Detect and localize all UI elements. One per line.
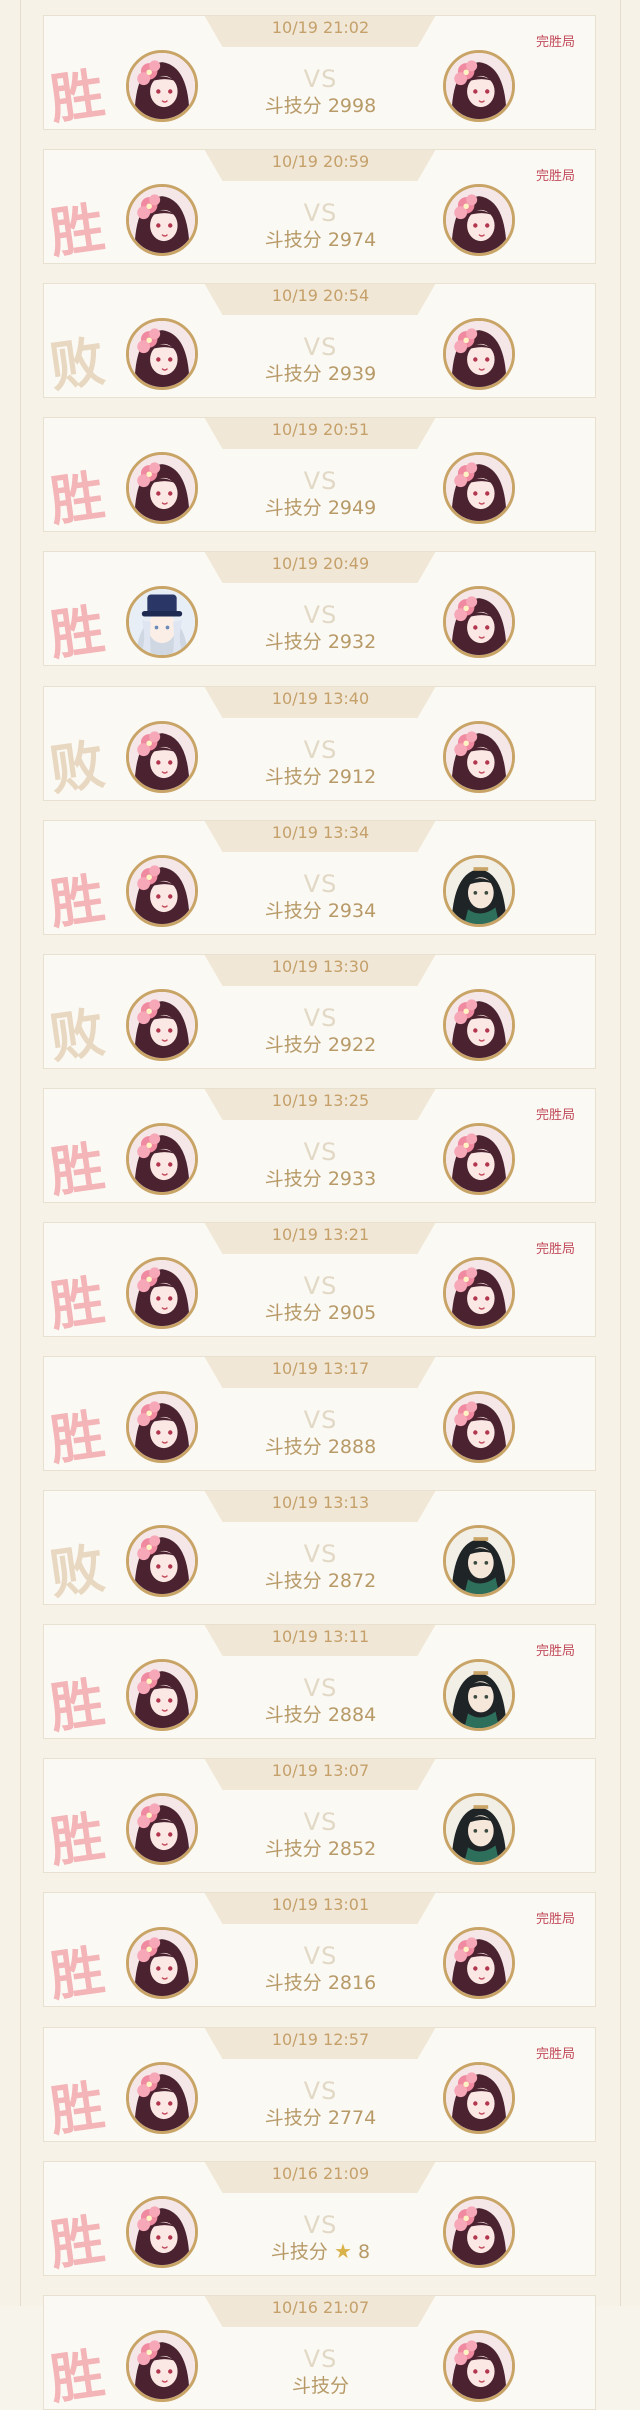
score-label: 斗技分 bbox=[264, 1570, 322, 1592]
score-line: 斗技分 2774 bbox=[44, 2103, 595, 2130]
match-card-3[interactable]: 10/19 20:54 败 VS 斗技分 2939 bbox=[43, 283, 596, 398]
match-card-2[interactable]: 10/19 20:59 胜 VS 斗技分 2974 完胜局 bbox=[43, 149, 596, 264]
score-line: 斗技分 ★ 8 bbox=[44, 2237, 595, 2264]
match-card-17[interactable]: 10/16 21:09 胜 VS 斗技分 ★ 8 bbox=[43, 2161, 596, 2276]
score-value: 2888 bbox=[327, 1436, 377, 1458]
match-card-1[interactable]: 10/19 21:02 胜 VS 斗技分 2998 完胜局 bbox=[43, 15, 596, 130]
score-value: 2852 bbox=[327, 1838, 377, 1860]
perfect-win-badge: 完胜局 bbox=[535, 1108, 575, 1123]
score-label: 斗技分 bbox=[264, 1302, 322, 1324]
match-list: 10/19 21:02 胜 VS 斗技分 2998 完胜局 10/19 20:5… bbox=[0, 0, 640, 2410]
match-time: 10/19 12:57 bbox=[271, 2030, 370, 2049]
score-label: 斗技分 bbox=[264, 1704, 322, 1726]
score-line: 斗技分 2852 bbox=[44, 1834, 595, 1861]
perfect-win-badge: 完胜局 bbox=[535, 169, 575, 184]
perfect-win-badge: 完胜局 bbox=[535, 1242, 575, 1257]
match-time: 10/19 13:40 bbox=[271, 689, 370, 708]
score-value: 2998 bbox=[327, 95, 377, 117]
score-value: 2872 bbox=[327, 1570, 377, 1592]
match-time: 10/19 21:02 bbox=[271, 18, 370, 37]
match-card-4[interactable]: 10/19 20:51 胜 VS 斗技分 2949 bbox=[43, 417, 596, 532]
score-label: 斗技分 bbox=[264, 1034, 322, 1056]
score-line: 斗技分 2912 bbox=[44, 762, 595, 789]
perfect-win-badge: 完胜局 bbox=[535, 1912, 575, 1927]
perfect-win-badge: 完胜局 bbox=[535, 2047, 575, 2062]
score-line: 斗技分 2888 bbox=[44, 1432, 595, 1459]
match-card-7[interactable]: 10/19 13:34 胜 VS 斗技分 2934 bbox=[43, 820, 596, 935]
score-label: 斗技分 bbox=[264, 1436, 322, 1458]
perfect-win-badge: 完胜局 bbox=[535, 35, 575, 50]
match-card-8[interactable]: 10/19 13:30 败 VS 斗技分 2922 bbox=[43, 954, 596, 1069]
match-time: 10/19 13:01 bbox=[271, 1895, 370, 1914]
match-history-page: 10/19 21:02 胜 VS 斗技分 2998 完胜局 10/19 20:5… bbox=[0, 0, 640, 2410]
match-card-11[interactable]: 10/19 13:17 胜 VS 斗技分 2888 bbox=[43, 1356, 596, 1471]
score-line: 斗技分 2933 bbox=[44, 1164, 595, 1191]
score-value: 2934 bbox=[327, 900, 377, 922]
score-value: 2932 bbox=[327, 631, 377, 653]
score-label: 斗技分 bbox=[264, 497, 322, 519]
match-card-9[interactable]: 10/19 13:25 胜 VS 斗技分 2933 完胜局 bbox=[43, 1088, 596, 1203]
score-line: 斗技分 2932 bbox=[44, 627, 595, 654]
score-line: 斗技分 2872 bbox=[44, 1566, 595, 1593]
match-card-18[interactable]: 10/16 21:07 胜 VS 斗技分 bbox=[43, 2295, 596, 2410]
match-card-15[interactable]: 10/19 13:01 胜 VS 斗技分 2816 完胜局 bbox=[43, 1892, 596, 2007]
score-label: 斗技分 bbox=[264, 229, 322, 251]
match-time: 10/19 20:51 bbox=[271, 420, 370, 439]
score-label: 斗技分 bbox=[264, 1168, 322, 1190]
score-label: 斗技分 bbox=[264, 766, 322, 788]
score-value: 2933 bbox=[327, 1168, 377, 1190]
match-time: 10/16 21:09 bbox=[271, 2164, 370, 2183]
match-card-6[interactable]: 10/19 13:40 败 VS 斗技分 2912 bbox=[43, 686, 596, 801]
score-value: 2974 bbox=[327, 229, 377, 251]
match-time: 10/19 13:13 bbox=[271, 1493, 370, 1512]
score-label: 斗技分 bbox=[291, 2375, 349, 2397]
score-value: 2912 bbox=[327, 766, 377, 788]
match-time: 10/19 13:07 bbox=[271, 1761, 370, 1780]
score-value: 2774 bbox=[327, 2107, 377, 2129]
score-line: 斗技分 2816 bbox=[44, 1968, 595, 1995]
match-time: 10/19 20:54 bbox=[271, 286, 370, 305]
score-value: 2922 bbox=[327, 1034, 377, 1056]
score-label: 斗技分 bbox=[264, 2107, 322, 2129]
match-card-14[interactable]: 10/19 13:07 胜 VS 斗技分 2852 bbox=[43, 1758, 596, 1873]
score-line: 斗技分 2884 bbox=[44, 1700, 595, 1727]
match-card-12[interactable]: 10/19 13:13 败 VS 斗技分 2872 bbox=[43, 1490, 596, 1605]
score-value: 2816 bbox=[327, 1972, 377, 1994]
match-card-5[interactable]: 10/19 20:49 胜 VS 斗技分 2932 bbox=[43, 551, 596, 666]
match-card-10[interactable]: 10/19 13:21 胜 VS 斗技分 2905 完胜局 bbox=[43, 1222, 596, 1337]
match-time: 10/16 21:07 bbox=[271, 2298, 370, 2317]
score-line: 斗技分 bbox=[44, 2371, 595, 2398]
score-label: 斗技分 bbox=[270, 2241, 328, 2263]
match-time: 10/19 13:21 bbox=[271, 1225, 370, 1244]
score-value: 2905 bbox=[327, 1302, 377, 1324]
score-line: 斗技分 2939 bbox=[44, 359, 595, 386]
perfect-win-badge: 完胜局 bbox=[535, 1644, 575, 1659]
score-line: 斗技分 2998 bbox=[44, 91, 595, 118]
match-time: 10/19 20:59 bbox=[271, 152, 370, 171]
score-label: 斗技分 bbox=[264, 900, 322, 922]
match-card-13[interactable]: 10/19 13:11 胜 VS 斗技分 2884 完胜局 bbox=[43, 1624, 596, 1739]
score-line: 斗技分 2905 bbox=[44, 1298, 595, 1325]
score-line: 斗技分 2974 bbox=[44, 225, 595, 252]
match-time: 10/19 13:17 bbox=[271, 1359, 370, 1378]
match-time: 10/19 13:11 bbox=[271, 1627, 370, 1646]
score-value: 2949 bbox=[327, 497, 377, 519]
score-label: 斗技分 bbox=[264, 95, 322, 117]
score-label: 斗技分 bbox=[264, 631, 322, 653]
score-label: 斗技分 bbox=[264, 1838, 322, 1860]
score-value: 2939 bbox=[327, 363, 377, 385]
score-value: 2884 bbox=[327, 1704, 377, 1726]
match-time: 10/19 13:34 bbox=[271, 823, 370, 842]
star-icon: ★ bbox=[333, 2239, 352, 2263]
score-label: 斗技分 bbox=[264, 363, 322, 385]
score-line: 斗技分 2922 bbox=[44, 1030, 595, 1057]
score-label: 斗技分 bbox=[264, 1972, 322, 1994]
match-time: 10/19 13:25 bbox=[271, 1091, 370, 1110]
match-card-16[interactable]: 10/19 12:57 胜 VS 斗技分 2774 完胜局 bbox=[43, 2027, 596, 2142]
match-time: 10/19 20:49 bbox=[271, 554, 370, 573]
score-line: 斗技分 2934 bbox=[44, 896, 595, 923]
match-time: 10/19 13:30 bbox=[271, 957, 370, 976]
score-value: 8 bbox=[357, 2241, 371, 2263]
score-line: 斗技分 2949 bbox=[44, 493, 595, 520]
